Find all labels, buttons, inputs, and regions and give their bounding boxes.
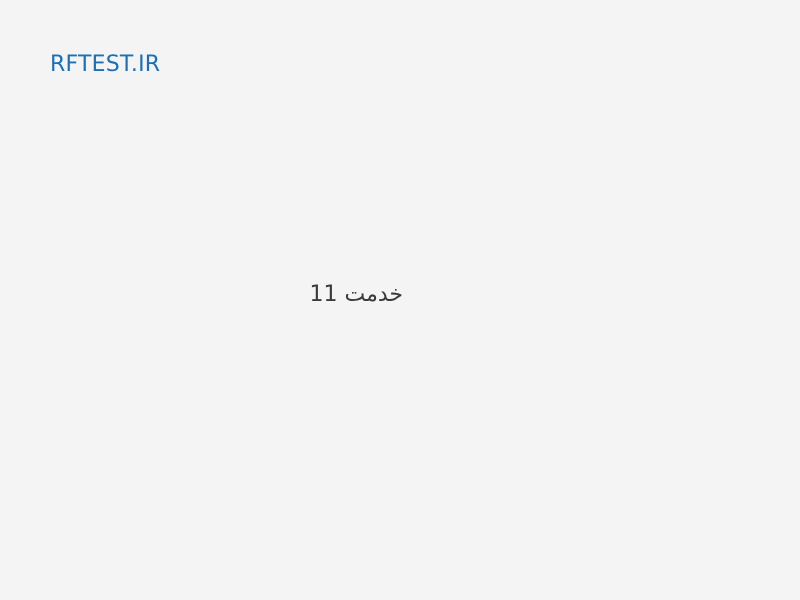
page: RFTEST.IR خدمت 11 <box>0 0 800 600</box>
site-logo-link[interactable]: RFTEST.IR <box>50 50 160 80</box>
service-title: خدمت 11 <box>309 282 403 307</box>
